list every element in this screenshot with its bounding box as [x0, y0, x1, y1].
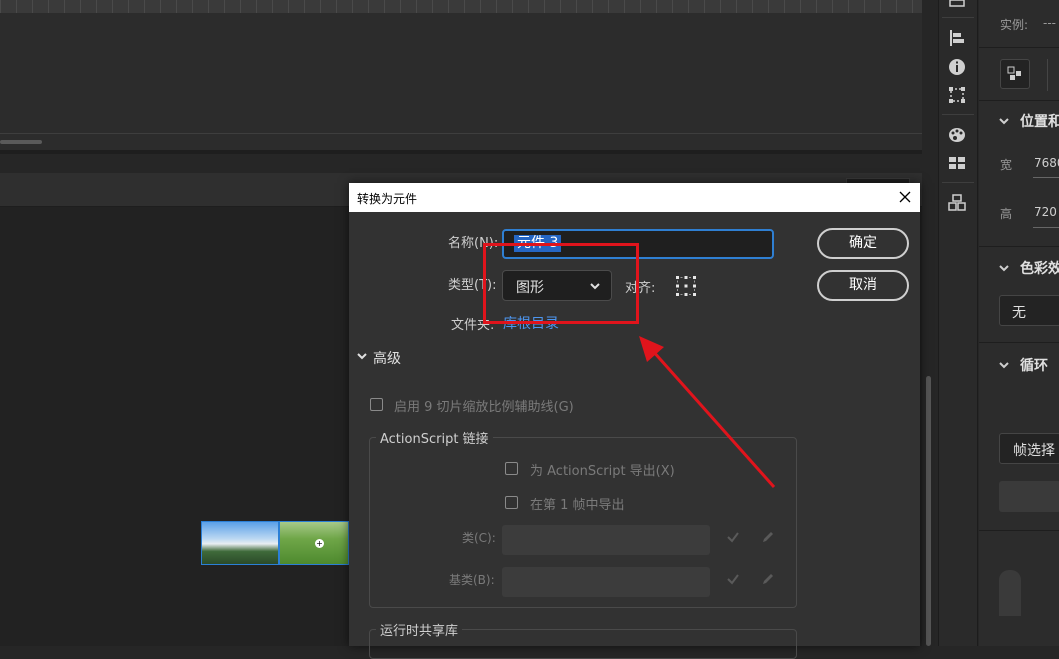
frame-select-button[interactable]: 帧选择 [999, 433, 1059, 464]
strip-divider [942, 182, 974, 183]
chevron-down-icon[interactable] [356, 350, 368, 362]
enable-9slice-checkbox[interactable] [370, 398, 383, 411]
runtime-shared-library-title: 运行时共享库 [376, 620, 463, 639]
height-value[interactable]: 720 [1034, 205, 1057, 219]
enable-9slice-label: 启用 9 切片缩放比例辅助线(G) [394, 400, 574, 415]
base-class-label: 基类(B): [449, 573, 495, 587]
swatches-grid-icon[interactable] [947, 153, 967, 173]
annotation-highlight-box [483, 243, 639, 324]
selected-bitmap-grass[interactable] [279, 521, 349, 565]
color-effect-value: 无 [1012, 305, 1026, 321]
swap-symbol-button[interactable] [1000, 59, 1030, 89]
props-divider [979, 246, 1059, 247]
toolbar-separator [1047, 59, 1048, 91]
registration-point-icon: + [315, 539, 324, 548]
swap-icon [1007, 66, 1021, 80]
color-effect-select[interactable]: 无 [999, 295, 1059, 326]
selected-bitmap-mountain[interactable] [201, 521, 279, 565]
class-input[interactable] [502, 525, 710, 555]
props-preview [999, 570, 1021, 616]
export-for-as-checkbox[interactable] [505, 462, 518, 475]
pencil-icon[interactable] [761, 572, 775, 586]
ok-button[interactable]: 确定 [817, 228, 909, 259]
strip-divider [942, 114, 974, 115]
props-divider [979, 530, 1059, 531]
width-label: 宽 [1000, 158, 1013, 172]
transform-icon[interactable] [947, 85, 967, 105]
props-divider [979, 342, 1059, 343]
library-components-icon[interactable] [947, 193, 967, 213]
timeline-scrollbar[interactable] [0, 140, 42, 144]
height-underline [1033, 227, 1059, 228]
width-underline [1033, 177, 1059, 178]
color-palette-icon[interactable] [947, 125, 967, 145]
chevron-down-icon[interactable] [998, 359, 1010, 371]
base-class-input[interactable] [502, 567, 710, 597]
props-divider [979, 100, 1059, 101]
height-label: 高 [1000, 207, 1013, 221]
check-icon[interactable] [726, 572, 740, 586]
position-size-section[interactable]: 位置和 [1020, 111, 1059, 131]
frame-select-label: 帧选择 [1013, 443, 1055, 459]
swatch-icon[interactable] [947, 0, 967, 8]
export-in-frame1-label: 在第 1 帧中导出 [530, 498, 625, 513]
align-icon[interactable] [947, 28, 967, 48]
instance-label: 实例: [1000, 18, 1029, 32]
width-value[interactable]: 7680 [1034, 156, 1059, 170]
dialog-titlebar[interactable] [349, 183, 920, 212]
annotation-arrow [639, 336, 776, 488]
timeline-divider [0, 133, 922, 134]
cancel-button[interactable]: 取消 [817, 270, 909, 301]
check-icon[interactable] [726, 530, 740, 544]
actionscript-group-title: ActionScript 链接 [376, 428, 493, 447]
loop-options-field[interactable] [999, 481, 1059, 512]
export-in-frame1-checkbox[interactable] [505, 496, 518, 509]
instance-value: --- [1043, 16, 1056, 30]
strip-divider [942, 17, 974, 18]
registration-grid-icon[interactable] [675, 275, 697, 297]
timeline-panel [0, 0, 922, 150]
class-label: 类(C): [462, 531, 496, 545]
pencil-icon[interactable] [761, 530, 775, 544]
chevron-down-icon[interactable] [998, 115, 1010, 127]
props-divider [979, 47, 1059, 48]
stage-scrollbar-thumb[interactable] [926, 376, 931, 646]
advanced-toggle[interactable]: 高级 [373, 348, 401, 368]
panel-splitter[interactable] [0, 150, 922, 154]
dialog-title: 转换为元件 [357, 192, 418, 206]
chevron-down-icon[interactable] [998, 262, 1010, 274]
loop-section[interactable]: 循环 [1020, 355, 1048, 375]
info-icon[interactable] [947, 57, 967, 77]
timeline-frame-ruler[interactable] [0, 0, 922, 13]
color-effect-section[interactable]: 色彩效 [1020, 258, 1059, 278]
close-icon[interactable] [895, 187, 915, 207]
